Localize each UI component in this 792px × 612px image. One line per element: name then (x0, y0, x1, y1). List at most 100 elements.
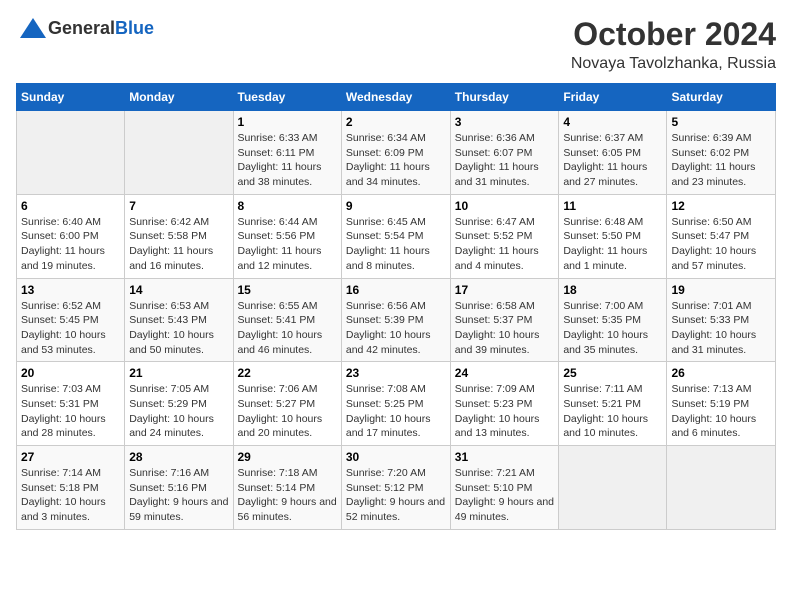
day-cell: 17 Sunrise: 6:58 AMSunset: 5:37 PMDayligh… (450, 278, 559, 362)
day-cell: 24 Sunrise: 7:09 AMSunset: 5:23 PMDayligh… (450, 362, 559, 446)
day-cell: 20Sunrise: 7:03 AMSunset: 5:31 PMDayligh… (17, 362, 125, 446)
day-cell: 12 Sunrise: 6:50 AMSunset: 5:47 PMDayligh… (667, 194, 776, 278)
header-row: Sunday Monday Tuesday Wednesday Thursday… (17, 84, 776, 111)
col-saturday: Saturday (667, 84, 776, 111)
day-number: 22 (238, 366, 337, 380)
week-row-1: 1Sunrise: 6:33 AMSunset: 6:11 PMDaylight… (17, 111, 776, 195)
day-cell: 28 Sunrise: 7:16 AMSunset: 5:16 PMDayligh… (125, 446, 233, 530)
month-title: October 2024 (571, 16, 776, 53)
day-number: 15 (238, 283, 337, 297)
day-cell: 31Sunrise: 7:21 AMSunset: 5:10 PMDayligh… (450, 446, 559, 530)
day-info: Sunrise: 6:42 AMSunset: 5:58 PMDaylight:… (129, 216, 213, 272)
day-number: 23 (346, 366, 446, 380)
page-header: GeneralBlue October 2024 Novaya Tavolzha… (16, 16, 776, 73)
day-cell: 8Sunrise: 6:44 AMSunset: 5:56 PMDaylight… (233, 194, 341, 278)
week-row-4: 20Sunrise: 7:03 AMSunset: 5:31 PMDayligh… (17, 362, 776, 446)
day-cell: 30Sunrise: 7:20 AMSunset: 5:12 PMDayligh… (341, 446, 450, 530)
day-cell (17, 111, 125, 195)
day-info: Sunrise: 6:47 AMSunset: 5:52 PMDaylight:… (455, 216, 539, 272)
day-info: Sunrise: 6:37 AMSunset: 6:05 PMDaylight:… (563, 132, 647, 188)
day-number: 13 (21, 283, 120, 297)
day-info: Sunrise: 7:01 AMSunset: 5:33 PMDaylight:… (671, 300, 756, 356)
day-info: Sunrise: 7:16 AMSunset: 5:16 PMDaylight:… (129, 467, 228, 523)
day-cell: 10 Sunrise: 6:47 AMSunset: 5:52 PMDayligh… (450, 194, 559, 278)
logo-general: General (48, 18, 115, 38)
day-cell: 13Sunrise: 6:52 AMSunset: 5:45 PMDayligh… (17, 278, 125, 362)
day-info: Sunrise: 6:53 AMSunset: 5:43 PMDaylight:… (129, 300, 214, 356)
day-cell: 15 Sunrise: 6:55 AMSunset: 5:41 PMDayligh… (233, 278, 341, 362)
col-wednesday: Wednesday (341, 84, 450, 111)
day-cell: 22Sunrise: 7:06 AMSunset: 5:27 PMDayligh… (233, 362, 341, 446)
day-info: Sunrise: 6:55 AMSunset: 5:41 PMDaylight:… (238, 300, 323, 356)
day-number: 18 (563, 283, 662, 297)
day-number: 1 (238, 115, 337, 129)
day-info: Sunrise: 6:50 AMSunset: 5:47 PMDaylight:… (671, 216, 756, 272)
day-info: Sunrise: 6:58 AMSunset: 5:37 PMDaylight:… (455, 300, 540, 356)
col-monday: Monday (125, 84, 233, 111)
day-number: 10 (455, 199, 555, 213)
day-info: Sunrise: 7:09 AMSunset: 5:23 PMDaylight:… (455, 383, 540, 439)
day-info: Sunrise: 7:03 AMSunset: 5:31 PMDaylight:… (21, 383, 106, 439)
day-cell: 6 Sunrise: 6:40 AMSunset: 6:00 PMDaylight… (17, 194, 125, 278)
day-number: 19 (671, 283, 771, 297)
day-number: 29 (238, 450, 337, 464)
day-number: 14 (129, 283, 228, 297)
day-info: Sunrise: 7:08 AMSunset: 5:25 PMDaylight:… (346, 383, 431, 439)
day-info: Sunrise: 6:44 AMSunset: 5:56 PMDaylight:… (238, 216, 322, 272)
day-number: 28 (129, 450, 228, 464)
day-cell: 4 Sunrise: 6:37 AMSunset: 6:05 PMDaylight… (559, 111, 667, 195)
day-cell: 19 Sunrise: 7:01 AMSunset: 5:33 PMDayligh… (667, 278, 776, 362)
col-tuesday: Tuesday (233, 84, 341, 111)
day-cell: 18 Sunrise: 7:00 AMSunset: 5:35 PMDayligh… (559, 278, 667, 362)
day-cell: 1Sunrise: 6:33 AMSunset: 6:11 PMDaylight… (233, 111, 341, 195)
day-cell: 27 Sunrise: 7:14 AMSunset: 5:18 PMDayligh… (17, 446, 125, 530)
day-number: 4 (563, 115, 662, 129)
day-info: Sunrise: 7:11 AMSunset: 5:21 PMDaylight:… (563, 383, 648, 439)
day-cell: 3Sunrise: 6:36 AMSunset: 6:07 PMDaylight… (450, 111, 559, 195)
col-sunday: Sunday (17, 84, 125, 111)
day-number: 2 (346, 115, 446, 129)
day-info: Sunrise: 7:00 AMSunset: 5:35 PMDaylight:… (563, 300, 648, 356)
logo-blue: Blue (115, 18, 154, 38)
week-row-3: 13Sunrise: 6:52 AMSunset: 5:45 PMDayligh… (17, 278, 776, 362)
day-cell (667, 446, 776, 530)
day-number: 25 (563, 366, 662, 380)
col-friday: Friday (559, 84, 667, 111)
day-info: Sunrise: 7:18 AMSunset: 5:14 PMDaylight:… (238, 467, 337, 523)
day-number: 27 (21, 450, 120, 464)
day-number: 9 (346, 199, 446, 213)
location-title: Novaya Tavolzhanka, Russia (571, 55, 776, 73)
day-cell (125, 111, 233, 195)
day-cell: 26 Sunrise: 7:13 AMSunset: 5:19 PMDayligh… (667, 362, 776, 446)
day-cell: 21 Sunrise: 7:05 AMSunset: 5:29 PMDayligh… (125, 362, 233, 446)
day-number: 16 (346, 283, 446, 297)
day-info: Sunrise: 6:48 AMSunset: 5:50 PMDaylight:… (563, 216, 647, 272)
title-area: October 2024 Novaya Tavolzhanka, Russia (571, 16, 776, 73)
day-number: 6 (21, 199, 120, 213)
day-info: Sunrise: 6:56 AMSunset: 5:39 PMDaylight:… (346, 300, 431, 356)
day-cell: 29 Sunrise: 7:18 AMSunset: 5:14 PMDayligh… (233, 446, 341, 530)
day-info: Sunrise: 6:40 AMSunset: 6:00 PMDaylight:… (21, 216, 105, 272)
day-number: 21 (129, 366, 228, 380)
day-info: Sunrise: 7:05 AMSunset: 5:29 PMDaylight:… (129, 383, 214, 439)
calendar-table: Sunday Monday Tuesday Wednesday Thursday… (16, 83, 776, 530)
day-cell: 23 Sunrise: 7:08 AMSunset: 5:25 PMDayligh… (341, 362, 450, 446)
day-number: 11 (563, 199, 662, 213)
col-thursday: Thursday (450, 84, 559, 111)
day-number: 12 (671, 199, 771, 213)
day-info: Sunrise: 6:45 AMSunset: 5:54 PMDaylight:… (346, 216, 430, 272)
day-info: Sunrise: 7:13 AMSunset: 5:19 PMDaylight:… (671, 383, 756, 439)
logo: GeneralBlue (16, 16, 154, 40)
day-cell: 16 Sunrise: 6:56 AMSunset: 5:39 PMDayligh… (341, 278, 450, 362)
day-cell: 7Sunrise: 6:42 AMSunset: 5:58 PMDaylight… (125, 194, 233, 278)
day-number: 26 (671, 366, 771, 380)
day-number: 17 (455, 283, 555, 297)
day-info: Sunrise: 7:14 AMSunset: 5:18 PMDaylight:… (21, 467, 106, 523)
day-cell: 2 Sunrise: 6:34 AMSunset: 6:09 PMDaylight… (341, 111, 450, 195)
day-info: Sunrise: 6:34 AMSunset: 6:09 PMDaylight:… (346, 132, 430, 188)
day-cell: 14 Sunrise: 6:53 AMSunset: 5:43 PMDayligh… (125, 278, 233, 362)
day-number: 24 (455, 366, 555, 380)
day-number: 30 (346, 450, 446, 464)
day-number: 31 (455, 450, 555, 464)
day-cell: 5Sunrise: 6:39 AMSunset: 6:02 PMDaylight… (667, 111, 776, 195)
